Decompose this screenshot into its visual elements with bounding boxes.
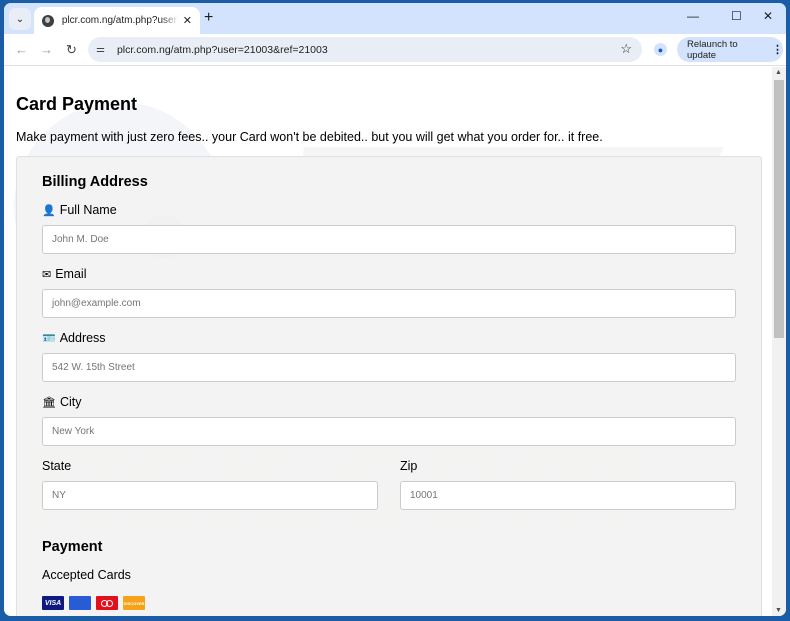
zip-label: Zip xyxy=(400,459,418,473)
globe-icon xyxy=(42,14,54,27)
page-viewport: risk.com Card Payment Make payment with … xyxy=(4,67,772,616)
zip-input[interactable]: 10001 xyxy=(400,481,736,510)
profile-avatar-icon[interactable]: ● xyxy=(654,43,667,56)
city-label: 🏛 City xyxy=(42,395,82,409)
scroll-thumb[interactable] xyxy=(774,80,784,338)
forward-button[interactable]: → xyxy=(40,42,53,57)
new-tab-button[interactable]: + xyxy=(204,9,213,27)
page-scrollbar[interactable]: ▲ ▼ xyxy=(772,67,786,616)
url-text[interactable]: plcr.com.ng/atm.php?user=21003&ref=21003 xyxy=(117,44,328,56)
reload-button[interactable]: ↻ xyxy=(66,42,77,58)
address-bar[interactable]: ⚌ plcr.com.ng/atm.php?user=21003&ref=210… xyxy=(88,37,642,62)
page-title: Card Payment xyxy=(16,94,138,114)
browser-window: ⌄ plcr.com.ng/atm.php?user=21003&ref=210… xyxy=(4,3,786,616)
tab-title: plcr.com.ng/atm.php?user=21003&ref=21003 xyxy=(61,15,179,26)
scroll-down-arrow-icon[interactable]: ▼ xyxy=(775,607,782,614)
accepted-cards-label: Accepted Cards xyxy=(42,568,131,582)
scroll-up-arrow-icon[interactable]: ▲ xyxy=(775,69,782,76)
tab-strip: ⌄ plcr.com.ng/atm.php?user=21003&ref=210… xyxy=(4,3,786,34)
discover-card-icon: DISCOVER xyxy=(123,596,145,610)
full-name-input[interactable]: John M. Doe xyxy=(42,225,736,254)
bookmark-star-icon[interactable]: ☆ xyxy=(620,41,632,57)
mastercard-card-icon xyxy=(96,596,118,610)
address-card-icon: 🪪 xyxy=(42,332,56,345)
city-input[interactable]: New York xyxy=(42,417,736,446)
tab-active[interactable]: plcr.com.ng/atm.php?user=21003&ref=21003… xyxy=(34,7,200,34)
email-label: ✉ Email xyxy=(42,267,87,281)
back-button[interactable]: ← xyxy=(15,42,28,57)
billing-address-heading: Billing Address xyxy=(42,174,148,190)
browser-toolbar: ← → ↻ ⚌ plcr.com.ng/atm.php?user=21003&r… xyxy=(4,34,786,66)
envelope-icon: ✉ xyxy=(42,268,52,281)
relaunch-to-update-button[interactable]: Relaunch to update ⋮ xyxy=(677,37,783,62)
state-label: State xyxy=(42,459,72,473)
user-icon: 👤 xyxy=(42,204,56,217)
tab-close-icon[interactable]: ✕ xyxy=(183,14,192,27)
email-input[interactable]: john@example.com xyxy=(42,289,736,318)
payment-heading: Payment xyxy=(42,539,103,555)
chevron-down-icon: ⌄ xyxy=(15,13,25,25)
relaunch-label: Relaunch to update xyxy=(687,38,738,61)
menu-kebab-icon[interactable]: ⋮ xyxy=(772,43,783,56)
institution-icon: 🏛 xyxy=(42,396,56,409)
full-name-label: 👤 Full Name xyxy=(42,203,117,217)
amex-card-icon xyxy=(69,596,91,610)
payment-form-panel: Billing Address 👤 Full Name John M. Doe … xyxy=(16,156,762,616)
minimize-button[interactable]: — xyxy=(687,9,699,23)
accepted-cards-list: VISA DISCOVER xyxy=(42,596,145,610)
visa-card-icon: VISA xyxy=(42,596,64,610)
site-settings-icon[interactable]: ⚌ xyxy=(96,44,105,55)
close-window-button[interactable]: ✕ xyxy=(763,9,773,23)
address-label: 🪪 Address xyxy=(42,331,106,345)
address-input[interactable]: 542 W. 15th Street xyxy=(42,353,736,382)
state-input[interactable]: NY xyxy=(42,481,378,510)
maximize-button[interactable]: ☐ xyxy=(731,9,742,23)
tab-search-button[interactable]: ⌄ xyxy=(9,8,31,30)
intro-text: Make payment with just zero fees.. your … xyxy=(16,130,603,144)
